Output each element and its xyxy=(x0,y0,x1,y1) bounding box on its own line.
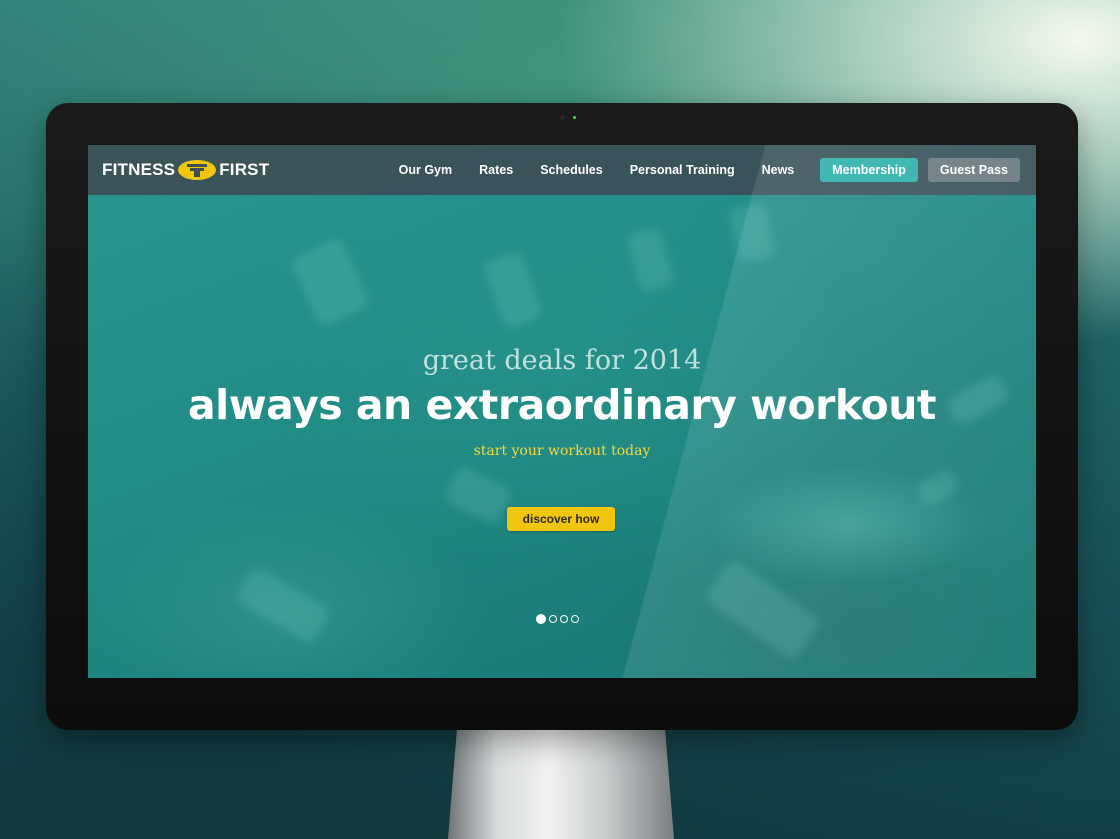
hero-title: always an extraordinary workout xyxy=(187,381,937,429)
top-navigation-bar: FITNESS FIRST Our Gym Rates Schedules Pe… xyxy=(88,145,1036,195)
slide-dot-2[interactable] xyxy=(549,615,557,623)
slider-pagination xyxy=(536,614,582,624)
membership-button[interactable]: Membership xyxy=(820,158,918,182)
nav-link-our-gym[interactable]: Our Gym xyxy=(399,163,453,177)
monitor-bezel: FITNESS FIRST Our Gym Rates Schedules Pe… xyxy=(46,103,1078,730)
slide-dot-3[interactable] xyxy=(560,615,568,623)
website-screen: FITNESS FIRST Our Gym Rates Schedules Pe… xyxy=(88,145,1036,678)
monitor-stand xyxy=(448,728,674,839)
background-scene: FITNESS FIRST Our Gym Rates Schedules Pe… xyxy=(0,0,1120,839)
webcam-icon xyxy=(559,114,566,121)
slide-dot-4[interactable] xyxy=(571,615,579,623)
nav-link-personal-training[interactable]: Personal Training xyxy=(630,163,735,177)
hero-subtitle: great deals for 2014 xyxy=(422,345,702,376)
nav-link-rates[interactable]: Rates xyxy=(479,163,513,177)
hero-tagline: start your workout today xyxy=(473,443,651,459)
fitness-first-logo[interactable]: FITNESS FIRST xyxy=(102,159,269,181)
guest-pass-button[interactable]: Guest Pass xyxy=(927,158,1020,182)
nav-link-schedules[interactable]: Schedules xyxy=(540,163,603,177)
webcam-led-icon xyxy=(573,116,576,119)
slide-dot-1[interactable] xyxy=(536,614,546,624)
logo-text-right: FIRST xyxy=(219,160,270,179)
main-menu: Our Gym Rates Schedules Personal Trainin… xyxy=(372,158,1020,182)
hero-section: great deals for 2014 always an extraordi… xyxy=(88,145,1036,678)
nav-link-news[interactable]: News xyxy=(762,163,795,177)
logo-emblem-icon xyxy=(177,159,217,181)
logo-text-left: FITNESS xyxy=(102,160,176,179)
discover-how-button[interactable]: discover how xyxy=(507,507,615,531)
